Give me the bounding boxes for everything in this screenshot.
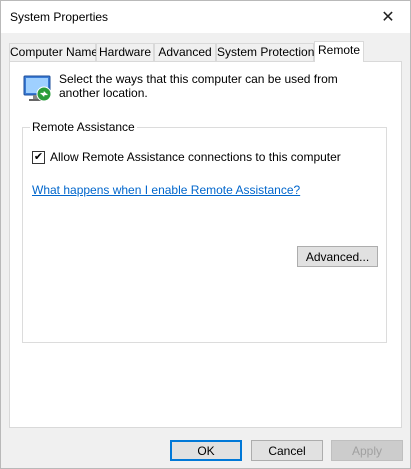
tab-advanced[interactable]: Advanced (154, 43, 216, 61)
allow-remote-assistance-label[interactable]: Allow Remote Assistance connections to t… (50, 150, 341, 164)
remote-assistance-group: Remote Assistance ✔ Allow Remote Assista… (22, 120, 387, 343)
tab-remote[interactable]: Remote (314, 41, 364, 62)
cancel-button[interactable]: Cancel (251, 440, 323, 461)
close-icon[interactable]: ✕ (366, 1, 410, 33)
apply-button[interactable]: Apply (331, 440, 403, 461)
tab-system-protection[interactable]: System Protection (216, 43, 314, 61)
allow-remote-assistance-row[interactable]: ✔ Allow Remote Assistance connections to… (32, 150, 341, 164)
allow-remote-assistance-checkbox[interactable]: ✔ (32, 150, 45, 164)
remote-tab-panel: Select the ways that this computer can b… (9, 61, 402, 428)
remote-assistance-help-link[interactable]: What happens when I enable Remote Assist… (32, 183, 300, 197)
window-title: System Properties (10, 10, 109, 24)
tab-hardware[interactable]: Hardware (96, 43, 154, 61)
tab-computer-name[interactable]: Computer Name (9, 43, 98, 61)
advanced-button[interactable]: Advanced... (297, 246, 378, 267)
system-properties-dialog: System Properties ✕ Computer Name Hardwa… (0, 0, 411, 469)
remote-assistance-group-label: Remote Assistance (30, 120, 137, 134)
intro-description: Select the ways that this computer can b… (59, 72, 338, 100)
title-bar[interactable]: System Properties ✕ (1, 1, 410, 33)
ok-button[interactable]: OK (170, 440, 242, 461)
remote-desktop-icon (23, 75, 52, 102)
